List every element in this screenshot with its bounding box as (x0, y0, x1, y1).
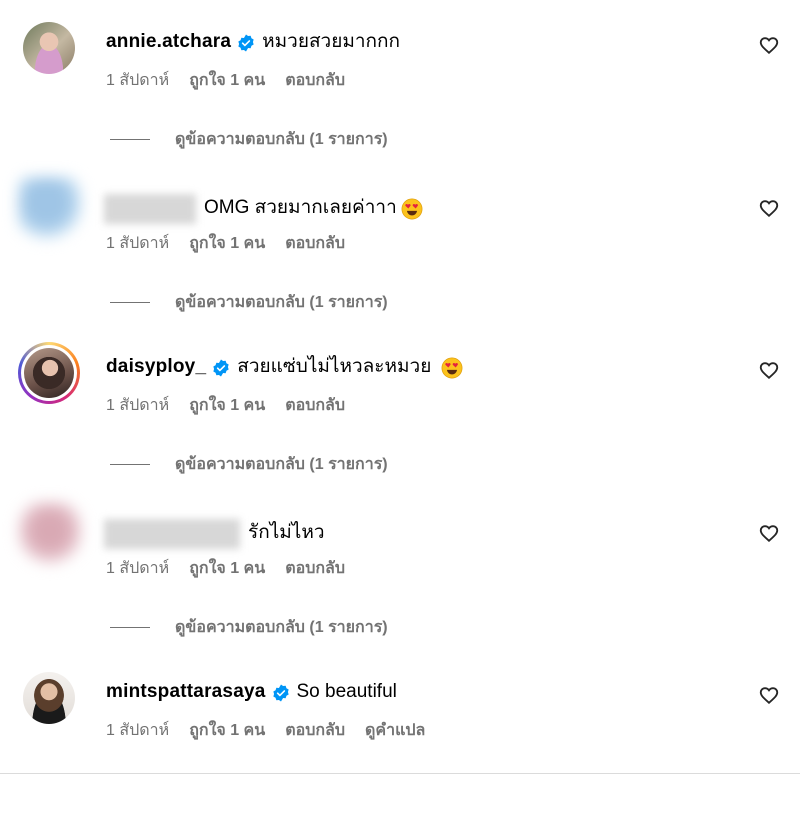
reply-button[interactable]: ตอบกลับ (285, 68, 345, 93)
comment-text: OMG สวยมากเลยค่าาา (204, 197, 397, 218)
comment-line: annie.atchara หมวยสวยมากกก (106, 30, 400, 54)
heart-outline-icon[interactable] (758, 34, 780, 56)
comment-meta: 1 สัปดาห์ ถูกใจ 1 คน ตอบกลับ (106, 556, 345, 581)
reply-button[interactable]: ตอบกลับ (285, 556, 345, 581)
comment-time[interactable]: 1 สัปดาห์ (106, 556, 169, 581)
replies-divider (110, 139, 150, 140)
comment-username[interactable]: annie.atchara (106, 30, 231, 54)
view-replies-button[interactable]: ดูข้อความตอบกลับ (1 รายการ) (110, 127, 388, 152)
view-replies-label: ดูข้อความตอบกลับ (1 รายการ) (175, 131, 388, 148)
comment-item: mintspattarasaya So beautiful 1 สัปดาห์ … (0, 672, 800, 832)
comment-item: รักไม่ไหว 1 สัปดาห์ ถูกใจ 1 คน ตอบกลับ ด… (0, 502, 800, 670)
comment-text: สวยแซ่บไม่ไหวละหมวย (237, 356, 432, 377)
bottom-divider (0, 773, 800, 774)
avatar[interactable] (23, 672, 75, 724)
avatar[interactable] (23, 22, 75, 74)
replies-divider (110, 464, 150, 465)
reply-button[interactable]: ตอบกลับ (285, 718, 345, 743)
heart-outline-icon[interactable] (758, 522, 780, 544)
comment-line: daisyploy_ สวยแซ่บไม่ไหวละหมวย (106, 355, 463, 379)
comment-time[interactable]: 1 สัปดาห์ (106, 393, 169, 418)
likes-count[interactable]: ถูกใจ 1 คน (189, 718, 265, 743)
likes-count[interactable]: ถูกใจ 1 คน (189, 68, 265, 93)
comment-meta: 1 สัปดาห์ ถูกใจ 1 คน ตอบกลับ (106, 231, 345, 256)
comment-item: OMG สวยมากเลยค่าาา 1 สัปดาห์ ถูกใจ 1 คน … (0, 177, 800, 345)
comment-item: daisyploy_ สวยแซ่บไม่ไหวละหมวย 1 สัปดาห์… (0, 342, 800, 507)
comment-meta: 1 สัปดาห์ ถูกใจ 1 คน ตอบกลับ ดูคำแปล (106, 718, 425, 743)
reply-button[interactable]: ตอบกลับ (285, 231, 345, 256)
heart-outline-icon[interactable] (758, 684, 780, 706)
view-replies-label: ดูข้อความตอบกลับ (1 รายการ) (175, 456, 388, 473)
comment-time[interactable]: 1 สัปดาห์ (106, 231, 169, 256)
replies-divider (110, 627, 150, 628)
verified-badge-icon (238, 34, 254, 52)
likes-count[interactable]: ถูกใจ 1 คน (189, 556, 265, 581)
hidden-username[interactable] (104, 519, 240, 549)
verified-badge-icon (213, 359, 229, 377)
comment-text: หมวยสวยมากกก (262, 31, 401, 52)
verified-badge-icon (272, 684, 289, 702)
avatar[interactable] (18, 502, 82, 566)
heart-outline-icon[interactable] (758, 359, 780, 381)
comment-line: OMG สวยมากเลยค่าาา (104, 193, 423, 224)
replies-divider (110, 302, 150, 303)
heart-outline-icon[interactable] (758, 197, 780, 219)
comment-username[interactable]: mintspattarasaya (106, 680, 266, 704)
comment-item: annie.atchara หมวยสวยมากกก 1 สัปดาห์ ถูก… (0, 22, 800, 182)
view-replies-button[interactable]: ดูข้อความตอบกลับ (1 รายการ) (110, 290, 388, 315)
comment-username[interactable]: daisyploy_ (106, 355, 206, 379)
likes-count[interactable]: ถูกใจ 1 คน (189, 231, 265, 256)
comment-line: รักไม่ไหว (104, 518, 325, 549)
translate-button[interactable]: ดูคำแปล (365, 718, 425, 743)
view-replies-label: ดูข้อความตอบกลับ (1 รายการ) (175, 294, 388, 311)
comment-time[interactable]: 1 สัปดาห์ (106, 718, 169, 743)
comment-text: รักไม่ไหว (248, 522, 325, 543)
view-replies-label: ดูข้อความตอบกลับ (1 รายการ) (175, 619, 388, 636)
comment-meta: 1 สัปดาห์ ถูกใจ 1 คน ตอบกลับ (106, 68, 345, 93)
avatar[interactable] (18, 177, 82, 241)
heart-eyes-emoji-icon (441, 357, 463, 379)
comment-meta: 1 สัปดาห์ ถูกใจ 1 คน ตอบกลับ (106, 393, 345, 418)
avatar (24, 348, 74, 398)
comment-time[interactable]: 1 สัปดาห์ (106, 68, 169, 93)
view-replies-button[interactable]: ดูข้อความตอบกลับ (1 รายการ) (110, 452, 388, 477)
hidden-username[interactable] (104, 194, 196, 224)
heart-eyes-emoji-icon (401, 198, 423, 220)
comment-line: mintspattarasaya So beautiful (106, 680, 397, 704)
likes-count[interactable]: ถูกใจ 1 คน (189, 393, 265, 418)
reply-button[interactable]: ตอบกลับ (285, 393, 345, 418)
view-replies-button[interactable]: ดูข้อความตอบกลับ (1 รายการ) (110, 615, 388, 640)
comment-text: So beautiful (296, 681, 397, 702)
avatar-story-ring[interactable] (18, 342, 80, 404)
